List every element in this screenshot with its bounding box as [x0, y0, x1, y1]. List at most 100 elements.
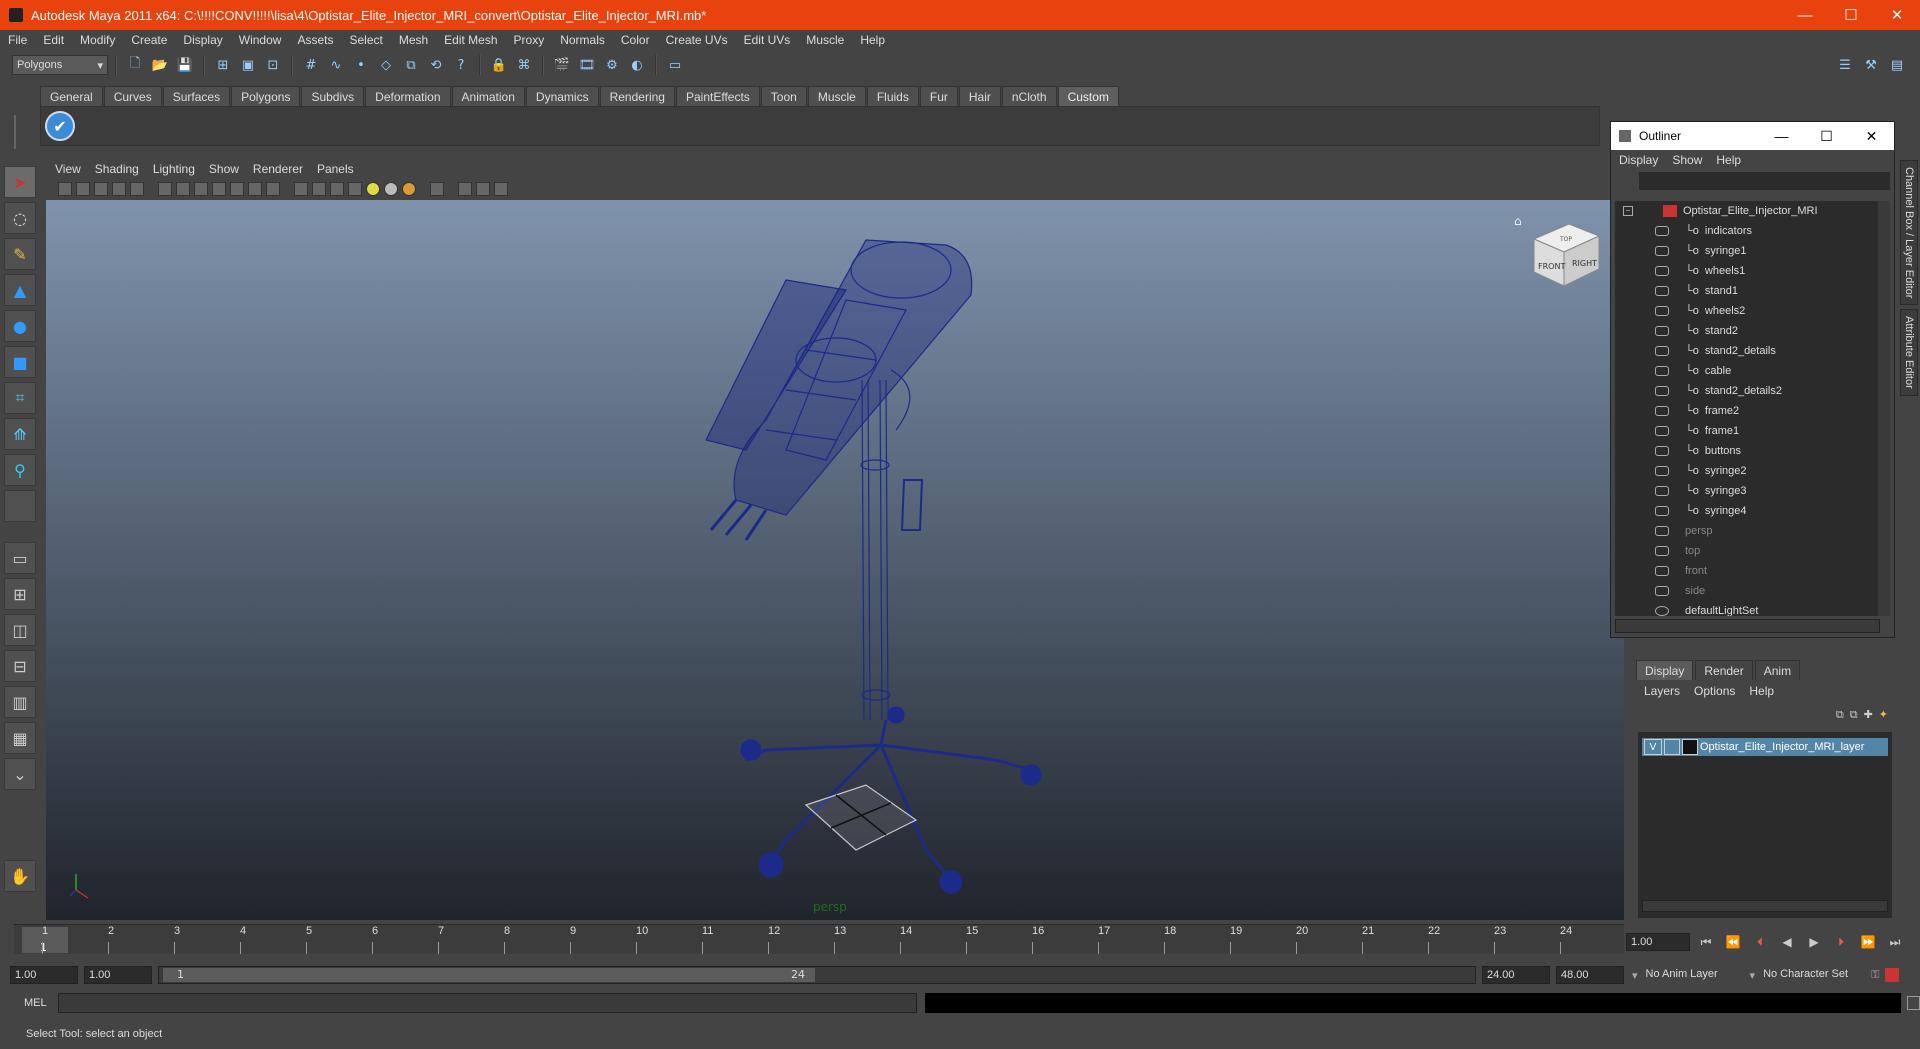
outliner-item[interactable]: └o stand2 [1615, 321, 1880, 341]
outliner-item[interactable]: persp [1615, 521, 1880, 541]
menu-edit-mesh[interactable]: Edit Mesh [444, 33, 497, 47]
outliner-item[interactable]: └o syringe3 [1615, 481, 1880, 501]
shelf-tab-deformation[interactable]: Deformation [365, 86, 451, 106]
construction-history-icon[interactable]: ⌘ [513, 54, 535, 76]
outliner-item[interactable]: └o syringe2 [1615, 461, 1880, 481]
layer-tab-anim[interactable]: Anim [1754, 660, 1801, 680]
scale-tool-icon[interactable]: ■ [4, 346, 36, 378]
menu-edit-uvs[interactable]: Edit UVs [744, 33, 791, 47]
menu-assets[interactable]: Assets [297, 33, 333, 47]
layout-persp-graph-icon[interactable]: ⊟ [4, 650, 36, 682]
select-by-hierarchy-icon[interactable]: ⊞ [212, 54, 234, 76]
wireframe-on-shaded-icon[interactable] [330, 182, 344, 196]
command-input[interactable] [57, 993, 918, 1013]
layer-type-toggle[interactable] [1664, 739, 1680, 755]
injector-wireframe-model[interactable] [46, 200, 1624, 920]
shelf-tab-general[interactable]: General [40, 86, 103, 106]
shelf-tab-ncloth[interactable]: nCloth [1001, 86, 1057, 106]
ipr-render-icon[interactable]: 🎞 [576, 54, 598, 76]
chevron-down-icon[interactable]: ▾ [1632, 969, 1638, 982]
layout-four-icon[interactable]: ⊞ [4, 578, 36, 610]
view-cube[interactable]: FRONT RIGHT TOP ⌂ [1514, 214, 1604, 297]
animation-end-field[interactable]: 48.00 [1556, 966, 1624, 984]
viewport-menu-lighting[interactable]: Lighting [153, 162, 195, 176]
layout-hypershade-icon[interactable]: ▦ [4, 722, 36, 754]
snap-plane-icon[interactable]: ◇ [375, 54, 397, 76]
layout-side-by-side-icon[interactable]: ◫ [4, 614, 36, 646]
save-scene-icon[interactable]: 💾 [174, 54, 196, 76]
make-live-icon[interactable]: ⧉ [400, 54, 422, 76]
outliner-horizontal-scrollbar[interactable] [1615, 619, 1880, 633]
range-slider[interactable]: 1 24 [158, 966, 1476, 984]
render-frame-icon[interactable]: 🎬 [551, 54, 573, 76]
two-d-pan-icon[interactable] [130, 182, 144, 196]
outliner-minimize-button[interactable]: — [1759, 122, 1804, 150]
time-slider[interactable]: 1 1 2 3 4 5 6 7 8 9 10 11 12 13 14 15 16 17 18 19 20 21 22 23 2… [14, 924, 1624, 954]
lock-icon[interactable]: 🔒 [488, 54, 510, 76]
step-back-key-icon[interactable]: ⏪ [1722, 933, 1744, 951]
outliner-item[interactable]: └o buttons [1615, 441, 1880, 461]
key-icon[interactable]: ⚿ [1871, 968, 1879, 982]
select-by-object-icon[interactable]: ▣ [237, 54, 259, 76]
layer-tab-render[interactable]: Render [1695, 660, 1753, 680]
shelf-tab-subdivs[interactable]: Subdivs [301, 86, 365, 106]
shelf-tab-dynamics[interactable]: Dynamics [525, 86, 599, 106]
menu-help[interactable]: Help [860, 33, 885, 47]
layout-more-icon[interactable]: ⌄ [4, 758, 36, 790]
outliner-item[interactable]: side [1615, 581, 1880, 601]
checkmark-shelf-button-icon[interactable]: ✔ [45, 111, 75, 141]
outliner-item[interactable]: └o syringe1 [1615, 241, 1880, 261]
viewport-menu-renderer[interactable]: Renderer [253, 162, 303, 176]
layer-menu-layers[interactable]: Layers [1644, 684, 1680, 698]
layer-horizontal-scrollbar[interactable] [1642, 900, 1888, 912]
shelf-tab-curves[interactable]: Curves [103, 86, 162, 106]
outliner-close-button[interactable]: ✕ [1849, 122, 1894, 150]
chevron-down-icon[interactable]: ▾ [1750, 969, 1756, 982]
render-settings-icon[interactable]: ⚙ [601, 54, 623, 76]
new-layer-from-selected-icon[interactable]: ✦ [1879, 708, 1888, 722]
snap-curve-icon[interactable]: ∿ [325, 54, 347, 76]
move-layer-up-icon[interactable]: ⧉ [1836, 708, 1844, 722]
layer-row[interactable]: V Optistar_Elite_Injector_MRI_layer [1642, 738, 1888, 756]
animation-start-field[interactable]: 1.00 [10, 966, 78, 984]
smooth-shade-icon[interactable] [312, 182, 326, 196]
menu-color[interactable]: Color [621, 33, 650, 47]
image-plane-icon[interactable] [112, 182, 126, 196]
outliner-item[interactable]: top [1615, 541, 1880, 561]
range-slider-handle[interactable]: 1 24 [163, 968, 815, 982]
backface-culling-icon[interactable] [494, 182, 508, 196]
outliner-root-item[interactable]: − Optistar_Elite_Injector_MRI [1615, 201, 1880, 221]
shelf-tab-fur[interactable]: Fur [919, 86, 958, 106]
outliner-maximize-button[interactable]: ☐ [1804, 122, 1849, 150]
layer-visibility-toggle[interactable]: V [1644, 739, 1662, 755]
shelf-tab-rendering[interactable]: Rendering [599, 86, 675, 106]
layer-color-swatch[interactable] [1682, 739, 1698, 755]
menu-muscle[interactable]: Muscle [806, 33, 844, 47]
film-gate-icon[interactable] [176, 182, 190, 196]
xray-joints-icon[interactable] [476, 182, 490, 196]
playback-start-field[interactable]: 1.00 [84, 966, 152, 984]
character-set-dropdown[interactable]: No Character Set [1759, 966, 1870, 984]
help-icon[interactable]: ? [450, 54, 472, 76]
layer-menu-help[interactable]: Help [1749, 684, 1774, 698]
outliner-item[interactable]: └o indicators [1615, 221, 1880, 241]
menu-file[interactable]: File [8, 33, 27, 47]
outliner-item[interactable]: defaultLightSet [1615, 601, 1880, 616]
menu-create-uvs[interactable]: Create UVs [666, 33, 728, 47]
play-backwards-icon[interactable]: ◀ [1776, 933, 1798, 951]
home-icon[interactable]: ⌂ [1514, 214, 1522, 228]
menu-window[interactable]: Window [239, 33, 282, 47]
step-forward-frame-icon[interactable]: ⏵ [1830, 933, 1852, 951]
current-frame-field[interactable]: 1.00 [1626, 933, 1690, 951]
grid-icon[interactable] [158, 182, 172, 196]
perspective-viewport[interactable]: FRONT RIGHT TOP ⌂ persp [46, 200, 1624, 920]
outliner-filter-field[interactable] [1639, 172, 1890, 190]
lasso-tool-icon[interactable]: ◌ [4, 202, 36, 234]
shelf-tab-polygons[interactable]: Polygons [231, 86, 301, 106]
move-layer-down-icon[interactable]: ⧉ [1850, 708, 1858, 722]
use-all-lights-icon[interactable] [366, 182, 380, 196]
new-scene-icon[interactable]: 🗋 [124, 54, 146, 76]
collapse-icon[interactable]: − [1623, 206, 1633, 216]
maximize-button[interactable]: ☐ [1828, 0, 1874, 30]
hypershade-icon[interactable]: ◐ [626, 54, 648, 76]
